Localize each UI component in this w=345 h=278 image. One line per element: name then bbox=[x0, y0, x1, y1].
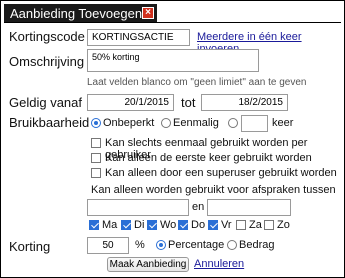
day-vr-checkbox[interactable] bbox=[208, 220, 218, 230]
day-za-checkbox[interactable] bbox=[236, 220, 246, 230]
usage-once-radio[interactable] bbox=[161, 118, 171, 128]
discount-percentage-label: Percentage bbox=[168, 239, 225, 251]
usage-once-label: Eenmalig bbox=[173, 117, 219, 129]
first-time-only-checkbox[interactable] bbox=[91, 153, 101, 163]
blank-fields-hint: Laat velden blanco om "geen limiet" aan … bbox=[87, 77, 307, 88]
superuser-only-checkbox[interactable] bbox=[91, 168, 101, 178]
discount-amount-label: Bedrag bbox=[239, 239, 275, 251]
day-zo-checkbox[interactable] bbox=[264, 220, 274, 230]
appointments-to-input[interactable] bbox=[207, 199, 291, 216]
code-label: Kortingscode bbox=[9, 29, 85, 44]
discount-value-input[interactable] bbox=[87, 237, 129, 254]
usage-times-suffix: keer bbox=[272, 117, 294, 129]
close-icon[interactable]: × bbox=[142, 7, 154, 19]
validity-label: Geldig vanaf bbox=[9, 95, 82, 110]
day-di-checkbox[interactable] bbox=[121, 220, 131, 230]
dialog-title: Aanbieding Toevoegen bbox=[10, 6, 143, 21]
valid-to-input[interactable] bbox=[201, 94, 288, 111]
day-ma-checkbox[interactable] bbox=[89, 220, 99, 230]
appointments-from-input[interactable] bbox=[87, 199, 189, 216]
day-vr-label: Vr bbox=[221, 219, 232, 231]
create-offer-button[interactable]: Maak Aanbieding bbox=[107, 257, 189, 272]
discount-percentage-radio[interactable] bbox=[156, 240, 166, 250]
once-per-user-checkbox[interactable] bbox=[91, 138, 101, 148]
usage-label: Bruikbaarheid bbox=[9, 115, 90, 130]
appointments-label: Kan alleen worden gebruikt voor afsprake… bbox=[91, 184, 336, 196]
description-textarea[interactable]: 50% korting bbox=[87, 49, 259, 72]
day-di-label: Di bbox=[134, 219, 145, 231]
appointments-and-label: en bbox=[192, 201, 205, 213]
discount-amount-radio[interactable] bbox=[227, 240, 237, 250]
usage-times-input[interactable] bbox=[241, 115, 268, 132]
day-za-label: Za bbox=[249, 219, 262, 231]
usage-unlimited-radio[interactable] bbox=[91, 118, 101, 128]
usage-times-radio[interactable] bbox=[228, 118, 238, 128]
superuser-only-label: Kan alleen door een superuser gebruikt w… bbox=[105, 167, 337, 179]
first-time-only-label: Kan alleen de eerste keer gebruikt worde… bbox=[105, 152, 312, 164]
dialog: Aanbieding Toevoegen × Kortingscode Meer… bbox=[0, 0, 345, 278]
percent-sign: % bbox=[135, 239, 145, 251]
day-wo-label: Wo bbox=[160, 219, 177, 231]
day-wo-checkbox[interactable] bbox=[147, 220, 157, 230]
validity-to-label: tot bbox=[181, 95, 196, 110]
day-do-label: Do bbox=[191, 219, 206, 231]
titlebar-divider bbox=[4, 22, 341, 23]
day-do-checkbox[interactable] bbox=[178, 220, 188, 230]
description-label: Omschrijving bbox=[9, 54, 85, 69]
usage-unlimited-label: Onbeperkt bbox=[103, 117, 155, 129]
discount-label: Korting bbox=[9, 239, 51, 254]
code-input[interactable] bbox=[87, 29, 190, 46]
valid-from-input[interactable] bbox=[87, 94, 174, 111]
day-zo-label: Zo bbox=[277, 219, 290, 231]
day-ma-label: Ma bbox=[102, 219, 118, 231]
dialog-titlebar: Aanbieding Toevoegen × bbox=[4, 4, 157, 22]
cancel-link[interactable]: Annuleren bbox=[194, 258, 244, 270]
